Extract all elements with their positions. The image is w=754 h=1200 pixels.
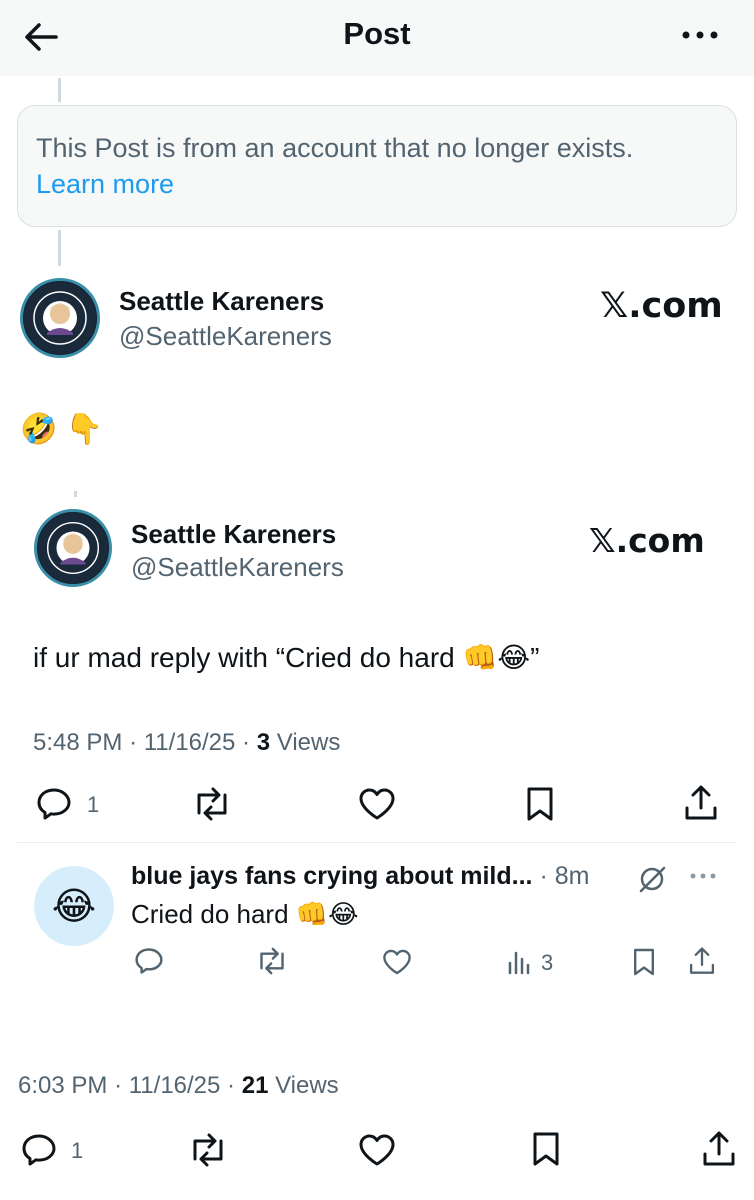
thread-line [74, 491, 77, 497]
views-label: Views [275, 1072, 339, 1099]
post-time: 6:03 PM [18, 1072, 108, 1099]
post-date: 11/16/25 [128, 1072, 221, 1099]
notice-text: This Post is from an account that no lon… [36, 133, 634, 163]
post-text: if ur mad reply with “Cried do hard 👊😂” [33, 642, 540, 673]
post-timestamp: 6:03 PM · 11/16/25 · 21 Views [18, 1072, 339, 1100]
thread-line [58, 230, 61, 266]
reply-age: 8m [554, 862, 590, 890]
author-name: Seattle Kareners [119, 286, 325, 316]
views-count: 21 [241, 1072, 269, 1099]
reply-count: 1 [87, 792, 100, 817]
like-icon[interactable] [357, 1132, 397, 1168]
separator-dot: · [114, 1072, 123, 1099]
reply-count: 1 [71, 1138, 84, 1163]
thread-line [58, 78, 61, 102]
separator-dot: · [242, 729, 251, 756]
deleted-account-notice: This Post is from an account that no lon… [17, 105, 737, 227]
author-handle: @SeattleKareners [119, 321, 332, 351]
author-name: Seattle Kareners [131, 519, 337, 549]
post-text: 🤣 👇 [20, 413, 104, 446]
avatar[interactable]: 😂 [34, 866, 114, 946]
divider [17, 842, 737, 843]
views-count: 3 [256, 729, 271, 756]
share-icon[interactable] [687, 945, 717, 977]
views-label: Views [276, 729, 341, 756]
repost-icon[interactable] [190, 786, 234, 822]
views-count: 3 [541, 950, 554, 975]
bookmark-icon[interactable] [520, 786, 560, 822]
more-options-icon[interactable] [688, 866, 718, 886]
learn-more-link[interactable]: Learn more [36, 166, 718, 202]
bookmark-icon[interactable] [528, 1130, 564, 1168]
repost-icon[interactable] [254, 946, 290, 976]
more-options-icon[interactable] [680, 20, 720, 50]
views-icon[interactable] [506, 948, 534, 976]
post-timestamp: 5:48 PM · 11/16/25 · 3 Views [33, 729, 340, 757]
laughing-emoji-icon: 😂 [51, 885, 97, 928]
like-icon[interactable] [381, 947, 413, 977]
separator-dot: · [539, 862, 548, 890]
share-icon[interactable] [681, 784, 721, 822]
separator-dot: · [227, 1072, 236, 1099]
x-watermark: 𝕏.com [600, 286, 723, 326]
bookmark-icon[interactable] [630, 946, 658, 978]
repost-icon[interactable] [186, 1132, 230, 1168]
seattle-kareners-logo-icon [24, 282, 96, 354]
separator-dot: · [129, 729, 138, 756]
reply-icon[interactable] [133, 946, 165, 976]
like-icon[interactable] [357, 786, 397, 822]
grok-icon[interactable] [636, 864, 668, 894]
x-watermark: 𝕏.com [589, 521, 705, 560]
post-date: 11/16/25 [143, 729, 236, 756]
author-handle: @SeattleKareners [131, 552, 344, 582]
avatar[interactable] [20, 278, 100, 358]
avatar[interactable] [34, 509, 112, 587]
reply-icon[interactable] [34, 786, 74, 822]
reply-icon[interactable] [19, 1132, 59, 1168]
reply-author-name: blue jays fans crying about mild... [131, 862, 533, 890]
seattle-kareners-logo-icon [37, 512, 109, 584]
share-icon[interactable] [699, 1130, 739, 1168]
reply-header: blue jays fans crying about mild... · 8m [131, 862, 589, 891]
page-title: Post [343, 16, 411, 51]
reply-text: Cried do hard 👊😂 [131, 899, 359, 929]
post-time: 5:48 PM [33, 729, 123, 756]
